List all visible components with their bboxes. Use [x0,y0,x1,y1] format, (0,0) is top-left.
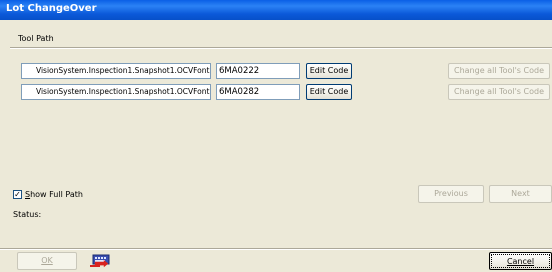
tool-path-divider [10,47,552,49]
tool-row: VisionSystem.Inspection1.Snapshot1.OCVFo… [0,63,552,81]
ok-button[interactable]: OK [17,252,77,270]
previous-button[interactable]: Previous [418,185,484,203]
status-label: Status: [13,210,42,219]
ok-button-label: OK [41,256,53,265]
cancel-button-label: Cancel [506,257,535,266]
lot-changeover-window: Lot ChangeOver Tool Path VisionSystem.In… [0,0,552,270]
tool-code-input[interactable]: 6MA0282 [216,84,300,100]
show-full-path-label: Show Full Path [25,189,83,201]
status-panel [0,226,552,248]
window-title: Lot ChangeOver [6,3,97,14]
tool-code-input[interactable]: 6MA0222 [216,63,300,79]
show-full-path-label-text: how Full Path [30,190,83,199]
tool-path-field[interactable]: VisionSystem.Inspection1.Snapshot1.OCVFo… [21,84,211,100]
keyboard-arrow-icon-svg [90,254,110,268]
tool-path-field[interactable]: VisionSystem.Inspection1.Snapshot1.OCVFo… [21,63,211,79]
cancel-button[interactable]: Cancel [489,252,552,270]
checkmark-icon: ✓ [14,190,21,199]
edit-code-button[interactable]: Edit Code [306,63,352,79]
tool-row: VisionSystem.Inspection1.Snapshot1.OCVFo… [0,84,552,102]
footer-divider [0,248,552,250]
change-all-tools-code-button[interactable]: Change all Tool's Code [448,84,550,100]
title-bar[interactable]: Lot ChangeOver [0,0,552,20]
edit-code-button[interactable]: Edit Code [306,84,352,100]
tool-path-menu[interactable]: Tool Path [18,34,54,43]
next-button[interactable]: Next [489,185,552,203]
show-full-path-checkbox[interactable]: ✓ [13,190,22,199]
change-all-tools-code-button[interactable]: Change all Tool's Code [448,63,550,79]
cancel-focus-ring: Cancel [491,254,550,268]
keyboard-arrow-icon[interactable] [87,250,117,270]
